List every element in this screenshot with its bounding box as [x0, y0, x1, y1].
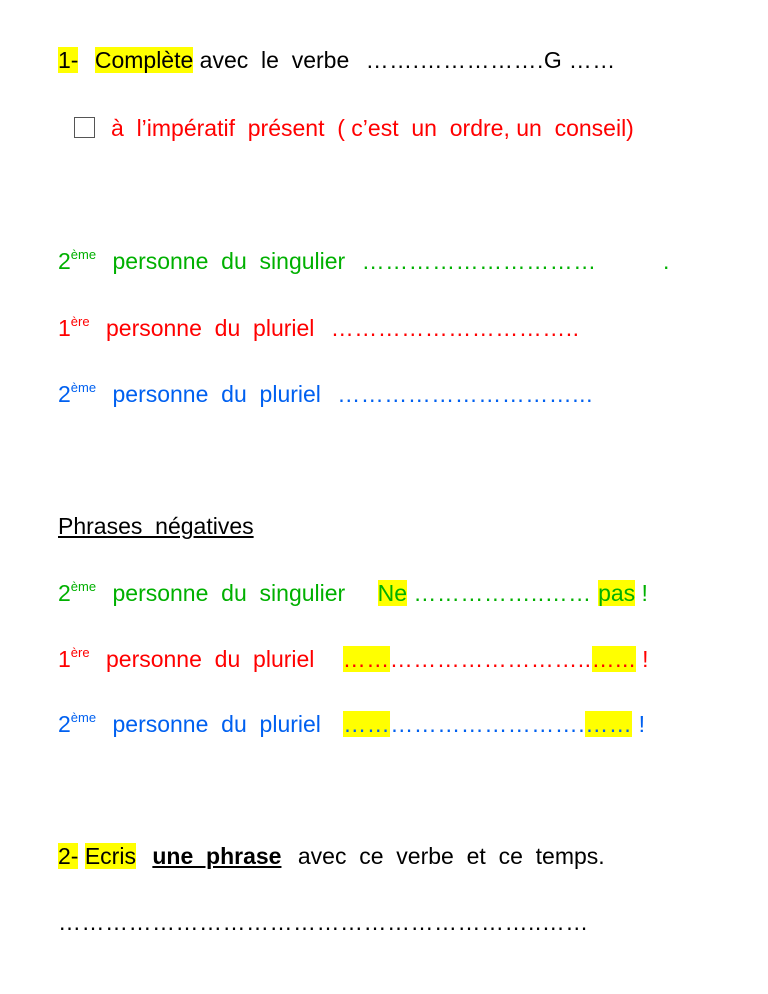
verb-label: Ecris: [84, 843, 136, 869]
exercise-1-title: 1- Complète avec le verbe …….…………….G ……: [58, 46, 616, 74]
ordinal: 2: [58, 580, 71, 606]
answer-blank[interactable]: …………………………..: [331, 315, 580, 341]
negation-start-blank[interactable]: ……: [342, 646, 390, 672]
ordinal-suffix: ème: [70, 710, 97, 725]
ordinal-suffix: ème: [70, 380, 97, 395]
person-label: personne du singulier: [112, 580, 346, 606]
ordinal-suffix: ème: [70, 247, 97, 262]
negative-heading: Phrases négatives: [58, 513, 254, 539]
answer-line[interactable]: ……………………………………………………..……: [58, 908, 589, 936]
ordinal: 2: [58, 711, 71, 737]
affirmative-row: 2ème personne du singulier ………………………… .: [58, 247, 669, 279]
negation-start: Ne: [377, 580, 407, 606]
tense-row: à l’impératif présent ( c’est un ordre, …: [74, 114, 634, 142]
verb-blank[interactable]: …….…………….G: [366, 47, 563, 73]
tense-label: à l’impératif présent ( c’est un ordre, …: [111, 115, 634, 141]
ordinal-suffix: ère: [70, 645, 90, 660]
answer-blank[interactable]: ……………..……: [413, 580, 591, 606]
exercise-number: 1-: [58, 47, 79, 73]
person-label: personne du pluriel: [112, 381, 321, 407]
instruction-text: avec le verbe: [199, 47, 350, 73]
ordinal: 2: [58, 381, 71, 407]
negation-end: pas: [598, 580, 636, 606]
person-label: personne du singulier: [112, 248, 346, 274]
exclamation: !: [642, 646, 649, 672]
exclamation: !: [638, 711, 645, 737]
negative-row: 2ème personne du pluriel ………………………….…… !: [58, 710, 645, 742]
person-label: personne du pluriel: [105, 646, 315, 672]
instruction-text: avec ce verbe et ce temps.: [297, 843, 605, 869]
ordinal: 2: [58, 248, 71, 274]
exercise-number: 2-: [58, 843, 79, 869]
negation-start-blank[interactable]: ……: [343, 711, 391, 737]
ordinal: 1: [58, 646, 71, 672]
exclamation: !: [641, 580, 648, 606]
negation-end-blank[interactable]: …...: [591, 646, 636, 672]
verb-blank-tail: ……: [568, 47, 616, 73]
ordinal-suffix: ème: [70, 579, 97, 594]
exercise-2-title: 2- Ecris une phrase avec ce verbe et ce …: [58, 842, 605, 870]
person-label: personne du pluriel: [112, 711, 321, 737]
answer-blank[interactable]: …………………………: [362, 248, 597, 274]
emphasis-text: une phrase: [152, 843, 282, 869]
verb-label: Complète: [94, 47, 194, 73]
affirmative-row: 1ère personne du pluriel …………………………..: [58, 314, 580, 346]
ordinal: 1: [58, 315, 71, 341]
answer-blank[interactable]: …………………….: [390, 711, 585, 737]
answer-blank[interactable]: …………………………...: [337, 381, 593, 407]
negation-end-blank[interactable]: ……: [585, 711, 633, 737]
person-label: personne du pluriel: [105, 315, 315, 341]
answer-blank[interactable]: ……………………..: [390, 646, 592, 672]
negative-row: 2ème personne du singulier Ne ……………..…… …: [58, 579, 648, 611]
tense-checkbox[interactable]: [74, 117, 95, 138]
ordinal-suffix: ère: [70, 314, 90, 329]
negative-row: 1ère personne du pluriel …………………………..…..…: [58, 645, 649, 677]
affirmative-row: 2ème personne du pluriel …………………………...: [58, 380, 593, 412]
line-end-dot: .: [662, 248, 670, 274]
